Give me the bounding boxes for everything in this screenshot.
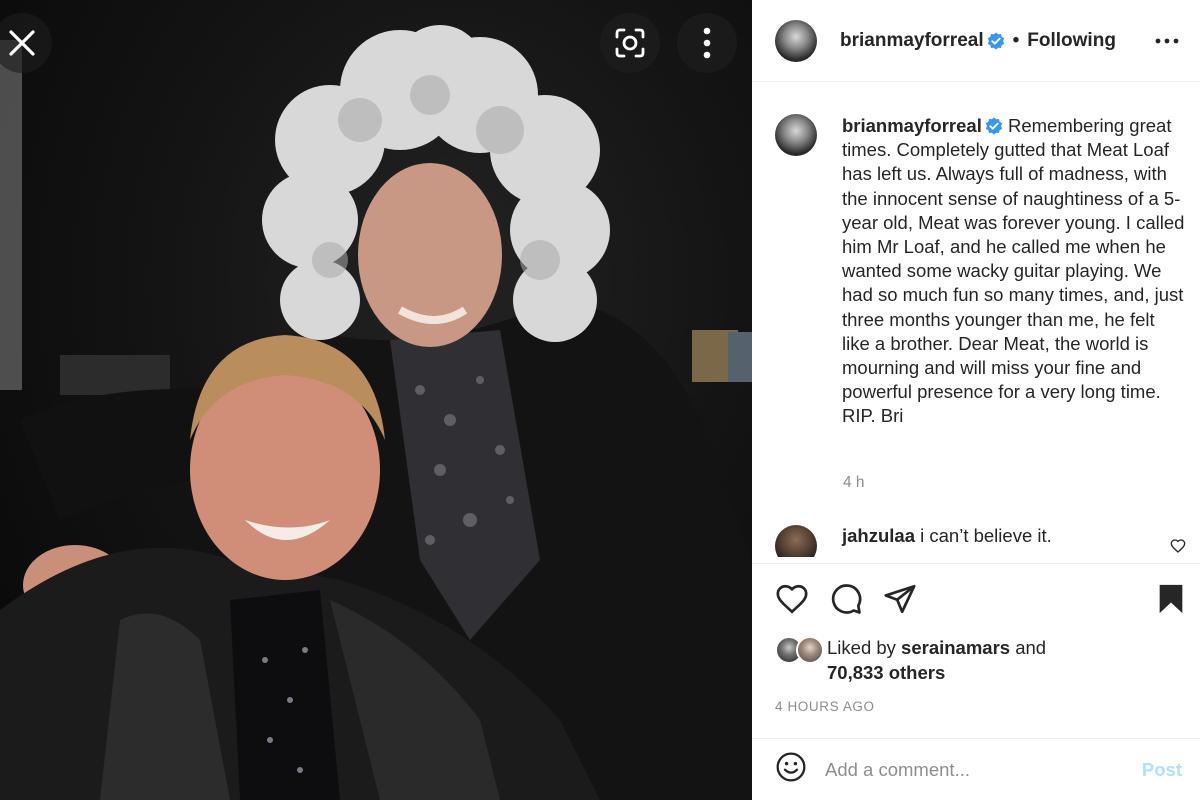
liker-avatar[interactable] [796,636,824,664]
commenter-username[interactable]: jahzulaa [842,525,915,546]
caption-username[interactable]: brianmayforreal [842,115,982,136]
header-more-button[interactable] [1154,28,1180,59]
post-photo[interactable] [0,0,752,800]
comments-list[interactable]: brianmayforreal Remembering great times.… [752,83,1200,557]
visual-search-icon [615,28,645,58]
following-button[interactable]: Following [1027,30,1116,52]
bookmark-icon [1159,584,1183,614]
author-username[interactable]: brianmayforreal [840,30,984,52]
emoji-icon [776,752,806,782]
more-vertical-icon [703,27,711,59]
post-timestamp[interactable]: 4 HOURS AGO [775,699,875,714]
comment-text: jahzulaa i can’t believe it. [842,525,1052,557]
post-side-panel: brianmayforreal • Following brianmayforr… [752,0,1200,800]
comment-like-button[interactable] [1170,538,1186,557]
caption-avatar[interactable] [775,114,817,156]
heart-icon [776,584,808,614]
emoji-button[interactable] [775,751,807,788]
share-icon [884,584,916,614]
liker-username[interactable]: serainamars [901,637,1010,658]
post-header: brianmayforreal • Following [752,0,1200,82]
post-comment-button[interactable]: Post [1142,759,1182,781]
likes-summary: Liked by serainamars and 70,833 others [775,636,1046,685]
likes-joiner: and [1015,637,1047,658]
comment-icon [831,584,862,614]
comment-item: jahzulaa i can’t believe it. [775,525,1185,557]
author-avatar[interactable] [775,19,817,62]
caption-timestamp[interactable]: 4 h [843,474,865,492]
save-button[interactable] [1156,582,1186,621]
likes-prefix: Liked by [827,637,896,658]
separator-dot: • [1012,29,1020,51]
header-name-row: brianmayforreal • Following [840,30,1116,52]
photo-scene [0,25,752,800]
photo-more-button[interactable] [677,13,737,73]
like-button[interactable] [775,582,809,621]
comment-button[interactable] [829,582,863,621]
liker-avatars[interactable] [775,636,827,664]
comment-body: i can’t believe it. [920,525,1052,546]
more-horizontal-icon [1155,38,1179,44]
likes-text: Liked by serainamars and 70,833 others [827,636,1046,685]
close-icon [9,30,35,56]
commenter-avatar[interactable] [775,525,817,557]
share-button[interactable] [883,582,917,621]
verified-badge-icon [987,32,1004,49]
caption-body: Remembering great times. Completely gutt… [842,115,1185,427]
comment-composer: Post [752,738,1200,800]
comment-input[interactable] [825,758,1125,781]
caption-block: brianmayforreal Remembering great times.… [775,114,1185,429]
action-bar [775,582,1186,618]
heart-icon [1170,539,1186,553]
verified-badge-icon [985,117,1003,135]
visual-search-button[interactable] [600,13,660,73]
likes-count[interactable]: 70,833 others [827,662,945,683]
caption-text: brianmayforreal Remembering great times.… [842,114,1185,429]
post-actions-area: Liked by serainamars and 70,833 others 4… [752,563,1200,753]
